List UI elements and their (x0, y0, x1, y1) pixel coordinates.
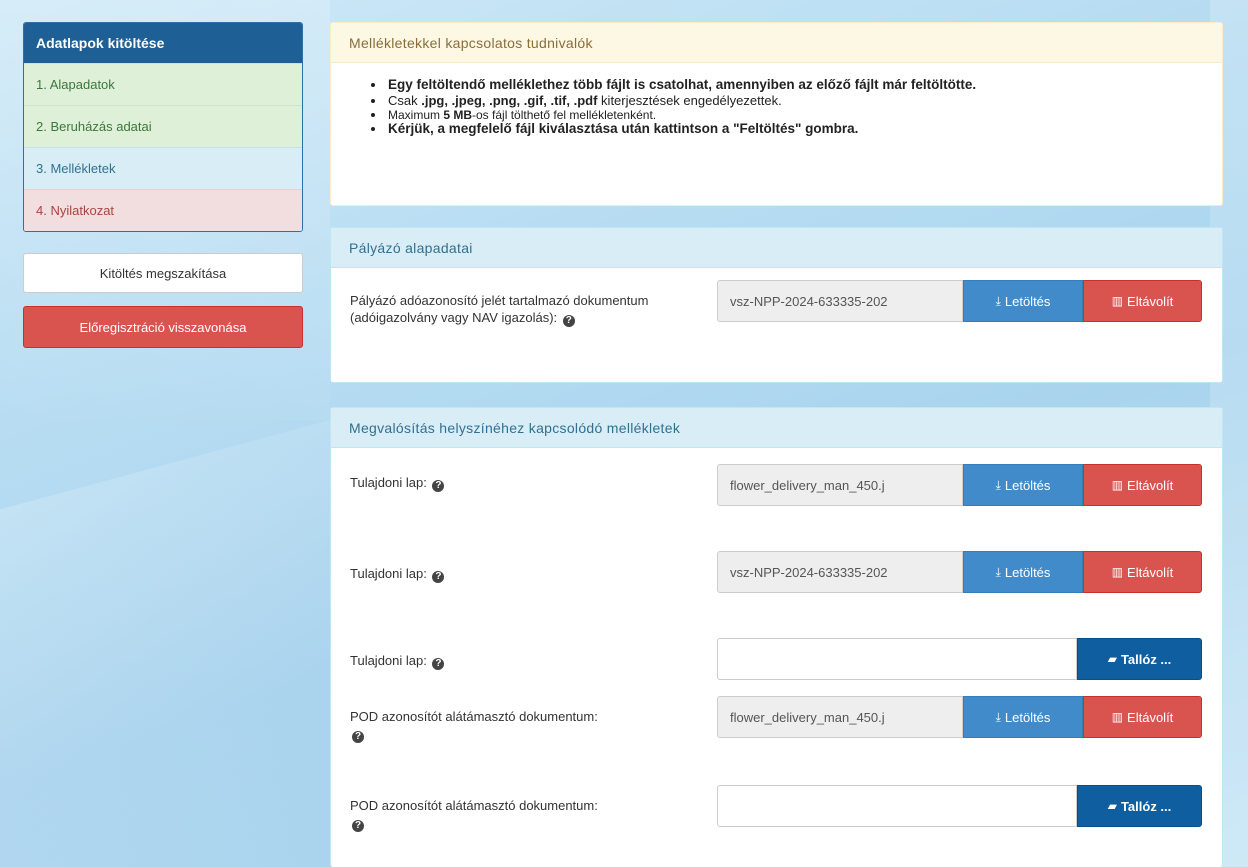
background-shape (0, 420, 330, 867)
location-panel-title: Megvalósítás helyszínéhez kapcsolódó mel… (331, 408, 1222, 448)
question-circle-icon[interactable]: ? (432, 658, 445, 670)
info-panel: Mellékletekkel kapcsolatos tudnivalók Eg… (330, 22, 1223, 206)
steps-header: Adatlapok kitöltése (24, 23, 302, 63)
info-panel-title: Mellékletekkel kapcsolatos tudnivalók (331, 23, 1222, 63)
download-icon: ⤓ (995, 293, 1001, 308)
question-circle-icon[interactable]: ? (432, 480, 445, 492)
file-input[interactable] (717, 785, 1077, 827)
download-button[interactable]: ⤓ Letöltés (963, 551, 1083, 593)
trash-icon: ▥ (1111, 710, 1124, 724)
step-alapadatok[interactable]: 1. Alapadatok (24, 63, 302, 105)
question-circle-icon[interactable]: ? (352, 820, 364, 832)
question-circle-icon[interactable]: ? (562, 315, 575, 327)
download-icon: ⤓ (995, 477, 1001, 492)
file-name-field: flower_delivery_man_450.j (717, 696, 963, 738)
file-input[interactable] (717, 638, 1077, 680)
trash-icon: ▥ (1111, 294, 1124, 308)
folder-open-icon: ▰ (1107, 652, 1117, 666)
remove-button[interactable]: ▥ Eltávolít (1083, 464, 1202, 506)
download-icon: ⤓ (995, 709, 1001, 724)
revoke-preregistration-button[interactable]: Előregisztráció visszavonása (23, 306, 303, 348)
folder-open-icon: ▰ (1107, 799, 1117, 813)
location-attachments-panel: Megvalósítás helyszínéhez kapcsolódó mel… (330, 407, 1223, 867)
file-name-field: vsz-NPP-2024-633335-202 (717, 280, 963, 322)
attachment-label: Tulajdoni lap: ? (350, 652, 680, 670)
file-name-field: flower_delivery_man_450.j (717, 464, 963, 506)
info-item: Maximum 5 MB-os fájl tölthető fel mellék… (371, 109, 1202, 121)
steps-nav: Adatlapok kitöltése 1. Alapadatok 2. Ber… (23, 22, 303, 232)
remove-button[interactable]: ▥ Eltávolít (1083, 551, 1202, 593)
browse-button[interactable]: ▰ Tallóz ... (1077, 785, 1202, 827)
applicant-panel-title: Pályázó alapadatai (331, 228, 1222, 268)
browse-button[interactable]: ▰ Tallóz ... (1077, 638, 1202, 680)
question-circle-icon[interactable]: ? (432, 571, 445, 583)
question-circle-icon[interactable]: ? (352, 731, 364, 743)
info-item: Egy feltöltendő melléklethez több fájlt … (371, 77, 1202, 93)
trash-icon: ▥ (1111, 478, 1124, 492)
download-button[interactable]: ⤓ Letöltés (963, 696, 1083, 738)
step-mellekletek[interactable]: 3. Mellékletek (24, 147, 302, 189)
remove-button[interactable]: ▥ Eltávolít (1083, 696, 1202, 738)
stop-filling-button[interactable]: Kitöltés megszakítása (23, 253, 303, 293)
trash-icon: ▥ (1111, 565, 1124, 579)
remove-button[interactable]: ▥ Eltávolít (1083, 280, 1202, 322)
download-button[interactable]: ⤓ Letöltés (963, 464, 1083, 506)
info-item: Csak .jpg, .jpeg, .png, .gif, .tif, .pdf… (371, 93, 1202, 109)
attachment-label: Tulajdoni lap: ? (350, 474, 680, 492)
attachment-label: Tulajdoni lap: ? (350, 565, 680, 583)
info-item: Kérjük, a megfelelő fájl kiválasztása ut… (371, 121, 1202, 137)
download-icon: ⤓ (995, 564, 1001, 579)
attachment-label: POD azonosítót alátámasztó dokumentum: ? (350, 709, 598, 743)
download-button[interactable]: ⤓ Letöltés (963, 280, 1083, 322)
attachment-label: Pályázó adóazonosító jelét tartalmazó do… (350, 293, 649, 327)
step-beruhazas[interactable]: 2. Beruházás adatai (24, 105, 302, 147)
step-nyilatkozat[interactable]: 4. Nyilatkozat (24, 189, 302, 231)
info-panel-body: Egy feltöltendő melléklethez több fájlt … (331, 63, 1222, 205)
attachment-label: POD azonosítót alátámasztó dokumentum: ? (350, 798, 598, 832)
file-name-field: vsz-NPP-2024-633335-202 (717, 551, 963, 593)
applicant-panel: Pályázó alapadatai Pályázó adóazonosító … (330, 227, 1223, 383)
